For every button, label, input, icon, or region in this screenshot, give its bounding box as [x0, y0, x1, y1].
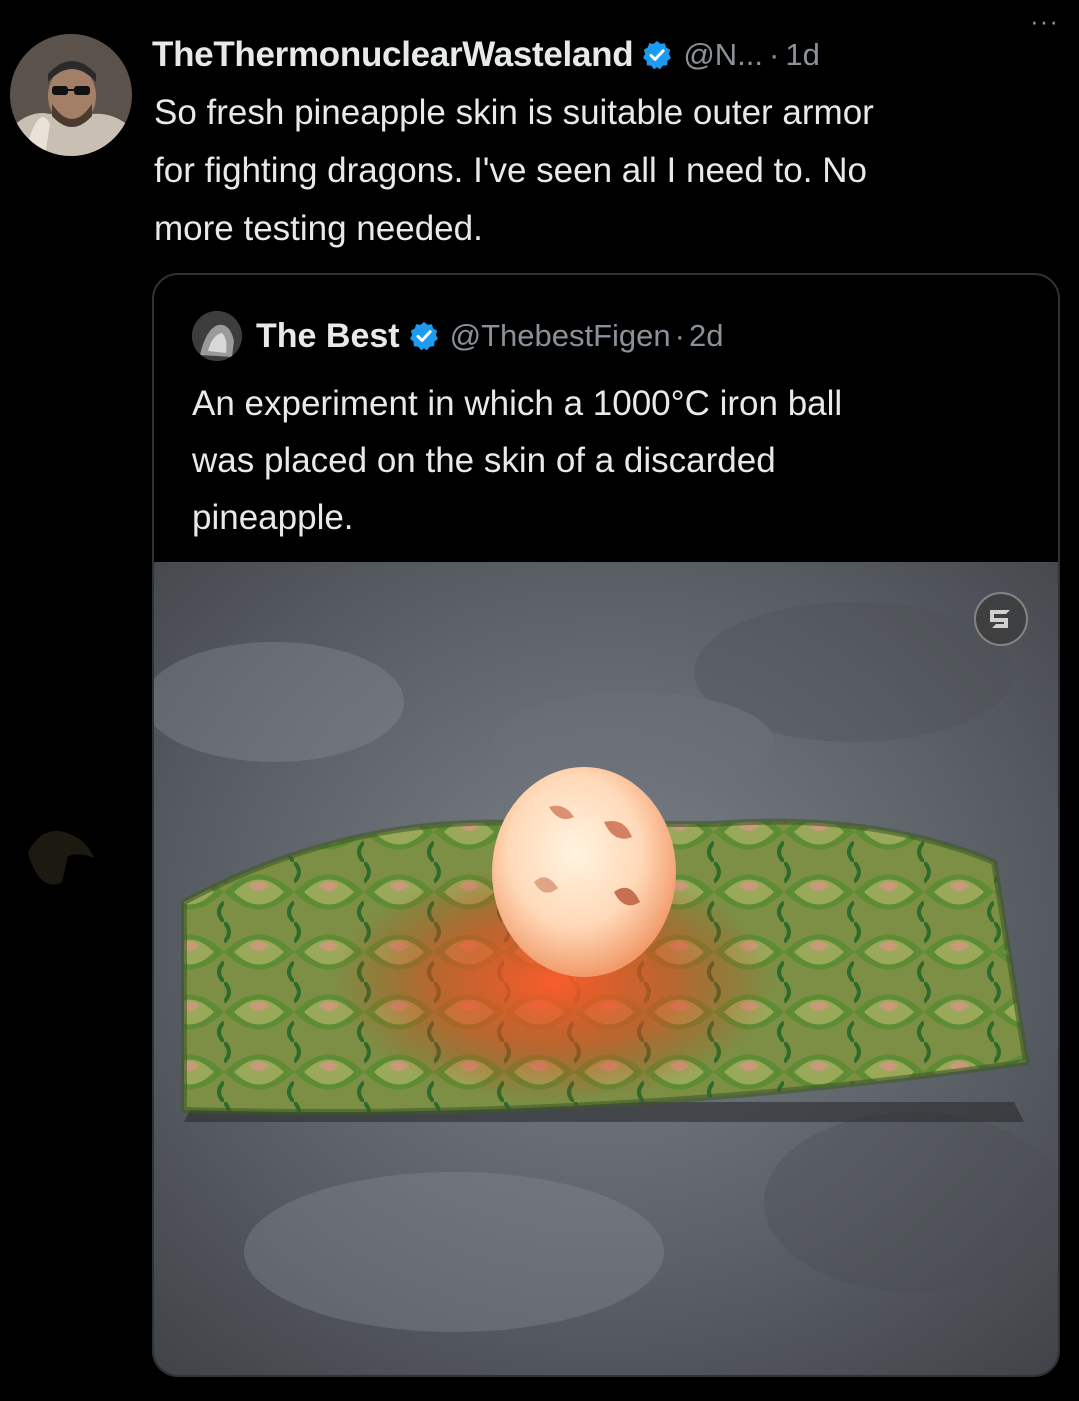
author-name[interactable]: TheThermonuclearWasteland: [152, 35, 634, 75]
quoted-media-image[interactable]: [154, 562, 1058, 1375]
verified-badge-icon: [408, 320, 440, 352]
author-avatar[interactable]: [10, 34, 132, 156]
tweet-text-line: So fresh pineapple skin is suitable oute…: [154, 93, 874, 132]
quoted-timestamp[interactable]: 2d: [689, 318, 723, 354]
tweet-timestamp[interactable]: 1d: [785, 37, 819, 73]
author-handle[interactable]: @N...: [683, 37, 763, 73]
quoted-tweet[interactable]: The Best @ThebestFigen · 2d An experimen…: [152, 273, 1060, 1377]
quoted-text-line: pineapple.: [192, 498, 354, 537]
media-watermark-icon: [974, 592, 1028, 646]
quoted-author-avatar[interactable]: [192, 311, 242, 361]
header-separator: ·: [769, 37, 780, 72]
more-options-icon[interactable]: ···: [1030, 6, 1059, 37]
quoted-tweet-header: The Best @ThebestFigen · 2d: [192, 311, 723, 361]
quoted-text-line: was placed on the skin of a discarded: [192, 441, 776, 480]
quoted-tweet-text: An experiment in which a 1000°C iron bal…: [192, 375, 1012, 546]
tweet-text-line: more testing needed.: [154, 209, 483, 248]
quoted-author-name[interactable]: The Best: [256, 317, 400, 356]
quoted-author-handle[interactable]: @ThebestFigen: [450, 318, 671, 354]
tweet-text: So fresh pineapple skin is suitable oute…: [154, 84, 1054, 258]
tweet: TheThermonuclearWasteland @N... · 1d ···…: [0, 0, 1079, 1401]
verified-badge-icon: [641, 39, 673, 71]
quoted-text-line: An experiment in which a 1000°C iron bal…: [192, 384, 843, 423]
tweet-header: TheThermonuclearWasteland @N... · 1d: [152, 30, 1062, 80]
quoted-header-separator: ·: [674, 318, 685, 353]
tweet-text-line: for fighting dragons. I've seen all I ne…: [154, 151, 867, 190]
background-artifact: [24, 822, 96, 894]
